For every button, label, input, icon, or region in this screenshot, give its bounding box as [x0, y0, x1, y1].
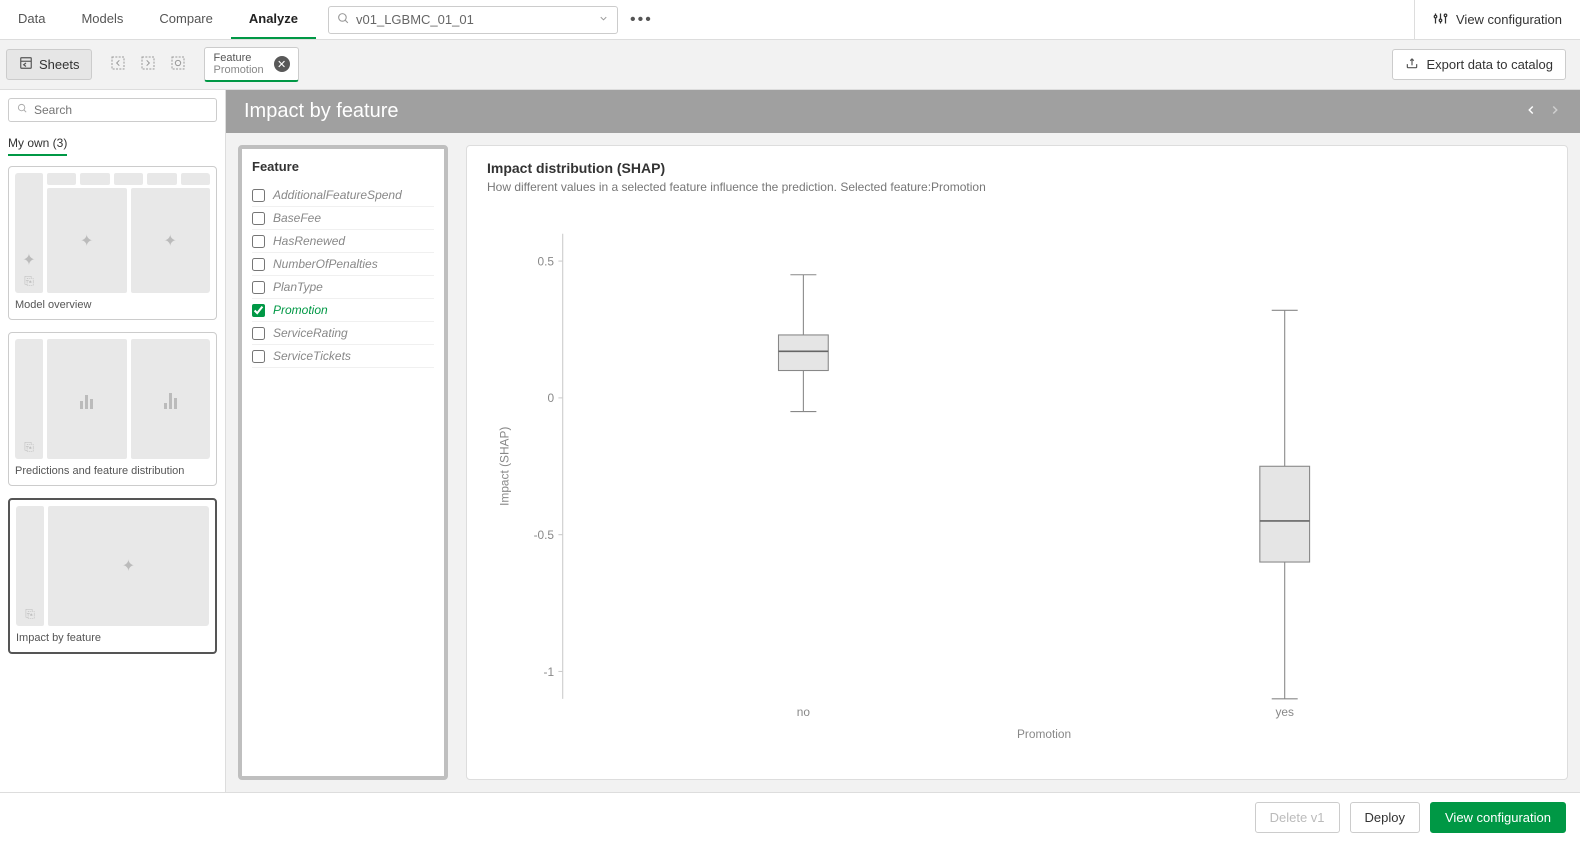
content: Impact by feature Feature AdditionalFeat…	[226, 90, 1580, 792]
sheets-label: Sheets	[39, 57, 79, 72]
svg-text:no: no	[797, 705, 811, 719]
feature-item-servicetickets[interactable]: ServiceTickets	[252, 345, 434, 368]
nav-tab-data[interactable]: Data	[0, 0, 63, 39]
svg-text:0: 0	[547, 391, 554, 405]
chart-subtitle: How different values in a selected featu…	[487, 180, 1547, 194]
export-icon	[1405, 56, 1419, 73]
feature-item-label: BaseFee	[273, 211, 321, 225]
feature-item-label: HasRenewed	[273, 234, 345, 248]
sheet-thumb-label: Model overview	[15, 297, 210, 313]
bar-chart-icon	[164, 389, 177, 409]
svg-text:yes: yes	[1275, 705, 1294, 719]
feature-item-label: NumberOfPenalties	[273, 257, 378, 271]
sheet-icon: ⎘	[24, 274, 34, 289]
svg-text:Impact (SHAP): Impact (SHAP)	[498, 427, 512, 506]
nav-tabs: Data Models Compare Analyze	[0, 0, 316, 39]
chart-title: Impact distribution (SHAP)	[487, 160, 1547, 176]
prev-sheet-button[interactable]	[1524, 100, 1538, 123]
feature-item-additionalfeaturespend[interactable]: AdditionalFeatureSpend	[252, 184, 434, 207]
sheet-search[interactable]	[8, 98, 217, 122]
feature-item-hasrenewed[interactable]: HasRenewed	[252, 230, 434, 253]
sheet-banner: Impact by feature	[226, 90, 1580, 133]
sheet-thumb-label: Predictions and feature distribution	[15, 463, 210, 479]
next-sheet-button[interactable]	[1548, 100, 1562, 123]
nav-tab-analyze[interactable]: Analyze	[231, 0, 316, 39]
chevron-down-icon	[598, 12, 609, 27]
main: My own (3) ✦ ⎘ ✦ ✦ Model overview ⎘ Predic…	[0, 90, 1580, 792]
select-back-icon[interactable]	[110, 55, 126, 75]
svg-text:0.5: 0.5	[538, 254, 555, 268]
puzzle-icon: ✦	[122, 556, 135, 576]
feature-tab-value: Promotion	[213, 64, 263, 76]
sheets-button[interactable]: Sheets	[6, 49, 92, 80]
feature-checkbox[interactable]	[252, 212, 265, 225]
export-label: Export data to catalog	[1427, 57, 1553, 72]
feature-item-label: AdditionalFeatureSpend	[273, 188, 402, 202]
footer: Delete v1 Deploy View configuration	[0, 792, 1580, 842]
sheet-icon: ⎘	[24, 440, 34, 455]
delete-button: Delete v1	[1255, 802, 1340, 833]
feature-item-numberofpenalties[interactable]: NumberOfPenalties	[252, 253, 434, 276]
view-configuration-label: View configuration	[1456, 12, 1562, 27]
feature-panel: Feature AdditionalFeatureSpend BaseFee Has…	[238, 145, 448, 780]
nav-tab-compare[interactable]: Compare	[141, 0, 230, 39]
feature-panel-title: Feature	[252, 159, 434, 174]
clear-selection-icon[interactable]	[170, 55, 186, 75]
model-selector[interactable]: v01_LGBMC_01_01	[328, 6, 618, 34]
left-panel: My own (3) ✦ ⎘ ✦ ✦ Model overview ⎘ Predic…	[0, 90, 226, 792]
feature-checkbox[interactable]	[252, 304, 265, 317]
puzzle-icon: ✦	[164, 231, 177, 251]
content-body: Feature AdditionalFeatureSpend BaseFee Has…	[226, 133, 1580, 792]
sheet-thumb-impact[interactable]: ⎘ ✦ Impact by feature	[8, 498, 217, 654]
sheet-thumb-label: Impact by feature	[16, 630, 209, 646]
search-icon	[337, 12, 350, 28]
feature-checkbox[interactable]	[252, 258, 265, 271]
svg-text:-1: -1	[543, 665, 554, 679]
svg-text:Promotion: Promotion	[1017, 727, 1071, 741]
svg-text:-0.5: -0.5	[534, 528, 555, 542]
sheets-icon	[19, 56, 33, 73]
top-nav: Data Models Compare Analyze v01_LGBMC_01…	[0, 0, 1580, 40]
sheet-search-input[interactable]	[34, 103, 208, 117]
feature-item-label: Promotion	[273, 303, 328, 317]
feature-item-label: PlanType	[273, 280, 323, 294]
feature-checkbox[interactable]	[252, 281, 265, 294]
feature-item-servicerating[interactable]: ServiceRating	[252, 322, 434, 345]
active-feature-tab[interactable]: Feature Promotion ✕	[204, 47, 298, 82]
puzzle-icon: ✦	[80, 231, 93, 251]
search-icon	[17, 103, 28, 117]
sliders-icon	[1433, 11, 1448, 29]
nav-tab-models[interactable]: Models	[63, 0, 141, 39]
feature-checkbox[interactable]	[252, 350, 265, 363]
export-button[interactable]: Export data to catalog	[1392, 49, 1566, 80]
sheet-thumb-predictions[interactable]: ⎘ Predictions and feature distribution	[8, 332, 217, 486]
feature-item-promotion[interactable]: Promotion	[252, 299, 434, 322]
feature-item-plantype[interactable]: PlanType	[252, 276, 434, 299]
view-configuration-button[interactable]: View configuration	[1430, 802, 1566, 833]
sheet-title: Impact by feature	[244, 100, 399, 123]
deploy-button[interactable]: Deploy	[1350, 802, 1420, 833]
bar-chart-icon	[80, 389, 93, 409]
sheet-thumb-model-overview[interactable]: ✦ ⎘ ✦ ✦ Model overview	[8, 166, 217, 320]
feature-checkbox[interactable]	[252, 235, 265, 248]
boxplot-chart[interactable]: -1 -0.5 0 0.5 Impact (SHAP) no yes Promotion	[487, 200, 1547, 765]
my-own-label: My own (3)	[8, 132, 67, 156]
puzzle-icon: ✦	[22, 250, 35, 270]
model-selector-value: v01_LGBMC_01_01	[356, 12, 474, 27]
feature-item-label: ServiceRating	[273, 326, 348, 340]
selection-tools	[110, 55, 186, 75]
feature-item-basefee[interactable]: BaseFee	[252, 207, 434, 230]
chart-panel: Impact distribution (SHAP) How different…	[466, 145, 1568, 780]
feature-checkbox[interactable]	[252, 327, 265, 340]
toolbar: Sheets Feature Promotion ✕ Export data t…	[0, 40, 1580, 90]
feature-tab-title: Feature	[213, 52, 263, 64]
feature-item-label: ServiceTickets	[273, 349, 351, 363]
more-menu-button[interactable]: •••	[630, 11, 653, 29]
select-forward-icon[interactable]	[140, 55, 156, 75]
view-configuration-link[interactable]: View configuration	[1414, 0, 1580, 39]
sheet-icon: ⎘	[25, 607, 35, 622]
close-icon[interactable]: ✕	[274, 56, 290, 72]
feature-checkbox[interactable]	[252, 189, 265, 202]
